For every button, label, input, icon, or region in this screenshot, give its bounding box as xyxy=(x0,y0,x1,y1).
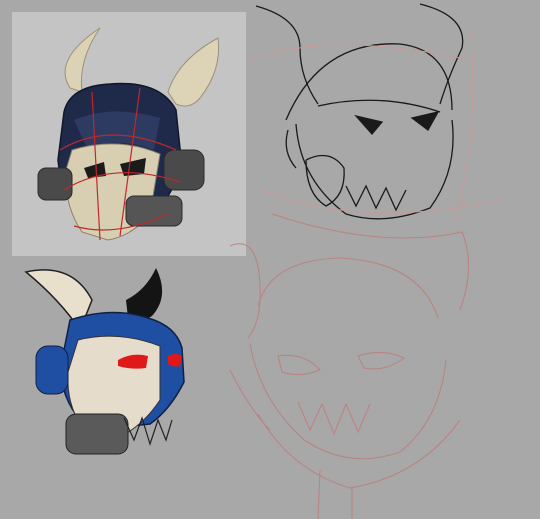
art-canvas xyxy=(0,0,540,519)
rough-red-sketch xyxy=(229,213,470,519)
ink-sketch-helmet xyxy=(255,3,464,220)
rendered-3d-helmet xyxy=(37,27,220,241)
colored-flat-helmet xyxy=(24,268,185,455)
artwork-layer xyxy=(24,3,501,519)
